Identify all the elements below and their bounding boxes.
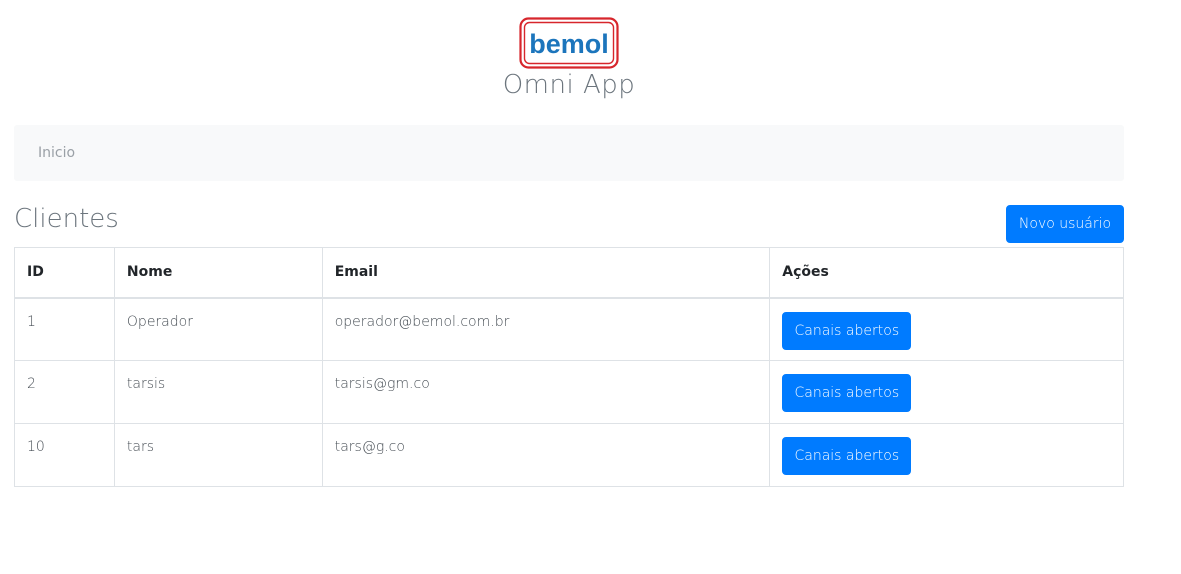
cell-id: 1	[14, 297, 115, 361]
cell-email: operador@bemol.com.br	[321, 297, 771, 361]
open-channels-button[interactable]: Canais abertos	[782, 374, 912, 412]
breadcrumb: Inicio	[14, 125, 1124, 181]
logo-text: bemol	[529, 29, 609, 59]
app-title: Omni App	[502, 70, 636, 100]
cell-actions: Canais abertos	[769, 360, 1124, 424]
column-header-name: Nome	[113, 247, 323, 299]
cell-id: 10	[14, 423, 115, 487]
column-header-id: ID	[14, 247, 115, 299]
table-row: 1 Operador operador@bemol.com.br Canais …	[14, 297, 1124, 361]
open-channels-button[interactable]: Canais abertos	[782, 437, 912, 475]
cell-email: tarsis@gm.co	[321, 360, 771, 424]
cell-id: 2	[14, 360, 115, 424]
cell-actions: Canais abertos	[769, 423, 1124, 487]
clients-table: ID Nome Email Ações 1 Operador operador@…	[14, 247, 1124, 487]
cell-name: Operador	[113, 297, 323, 361]
cell-name: tarsis	[113, 360, 323, 424]
cell-name: tars	[113, 423, 323, 487]
bemol-logo: bemol	[519, 17, 619, 69]
table-row: 10 tars tars@g.co Canais abertos	[14, 423, 1124, 487]
column-header-actions: Ações	[769, 247, 1124, 299]
column-header-email: Email	[321, 247, 771, 299]
table-header-row: ID Nome Email Ações	[14, 247, 1124, 299]
cell-email: tars@g.co	[321, 423, 771, 487]
breadcrumb-item-inicio[interactable]: Inicio	[38, 145, 75, 161]
page-title: Clientes	[14, 204, 119, 234]
new-user-button[interactable]: Novo usuário	[1006, 205, 1124, 243]
open-channels-button[interactable]: Canais abertos	[782, 311, 912, 350]
table-row: 2 tarsis tarsis@gm.co Canais abertos	[14, 360, 1124, 424]
cell-actions: Canais abertos	[769, 297, 1124, 361]
